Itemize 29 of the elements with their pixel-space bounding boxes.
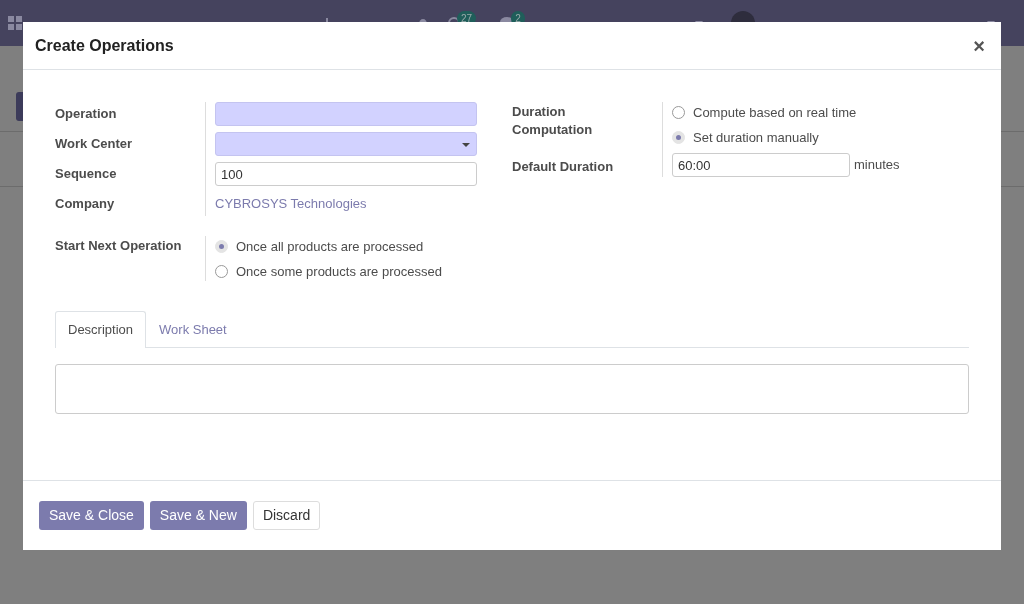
radio-button[interactable] <box>215 265 228 278</box>
radio-button[interactable] <box>672 106 685 119</box>
caret-icon <box>462 143 470 147</box>
radio-label: Once all products are processed <box>236 237 424 256</box>
field-label: Operation <box>55 105 118 123</box>
dialog-title: Create Operations <box>35 35 174 56</box>
discard-button[interactable]: Discard <box>252 501 321 530</box>
radio-label: Compute based on real time <box>693 103 857 122</box>
field-label: Company <box>55 195 116 213</box>
duration-field[interactable]: 60:00 <box>672 153 850 177</box>
select-field[interactable] <box>215 132 477 156</box>
radio-label: Set duration manually <box>693 128 819 147</box>
field-label: Default Duration <box>512 158 615 176</box>
unit-label: minutes <box>854 156 900 175</box>
apps-icon[interactable] <box>8 16 22 30</box>
field-label: Start Next Operation <box>55 237 182 254</box>
field-label: Work Center <box>55 135 134 153</box>
tab[interactable]: Work Sheet <box>146 311 240 348</box>
field-label: Sequence <box>55 165 118 183</box>
save-button[interactable]: Save & New <box>149 501 247 530</box>
text-field[interactable] <box>215 102 477 126</box>
save-button[interactable]: Save & Close <box>39 501 144 530</box>
text-field[interactable]: 100 <box>215 162 477 186</box>
company-link[interactable]: CYBROSYS Technologies <box>215 196 367 211</box>
radio-label: Once some products are processed <box>236 262 442 281</box>
tab[interactable]: Description <box>55 311 147 348</box>
description-field[interactable] <box>55 363 969 414</box>
close-button[interactable]: × <box>969 35 989 56</box>
field-label: Duration Computation <box>512 103 594 139</box>
